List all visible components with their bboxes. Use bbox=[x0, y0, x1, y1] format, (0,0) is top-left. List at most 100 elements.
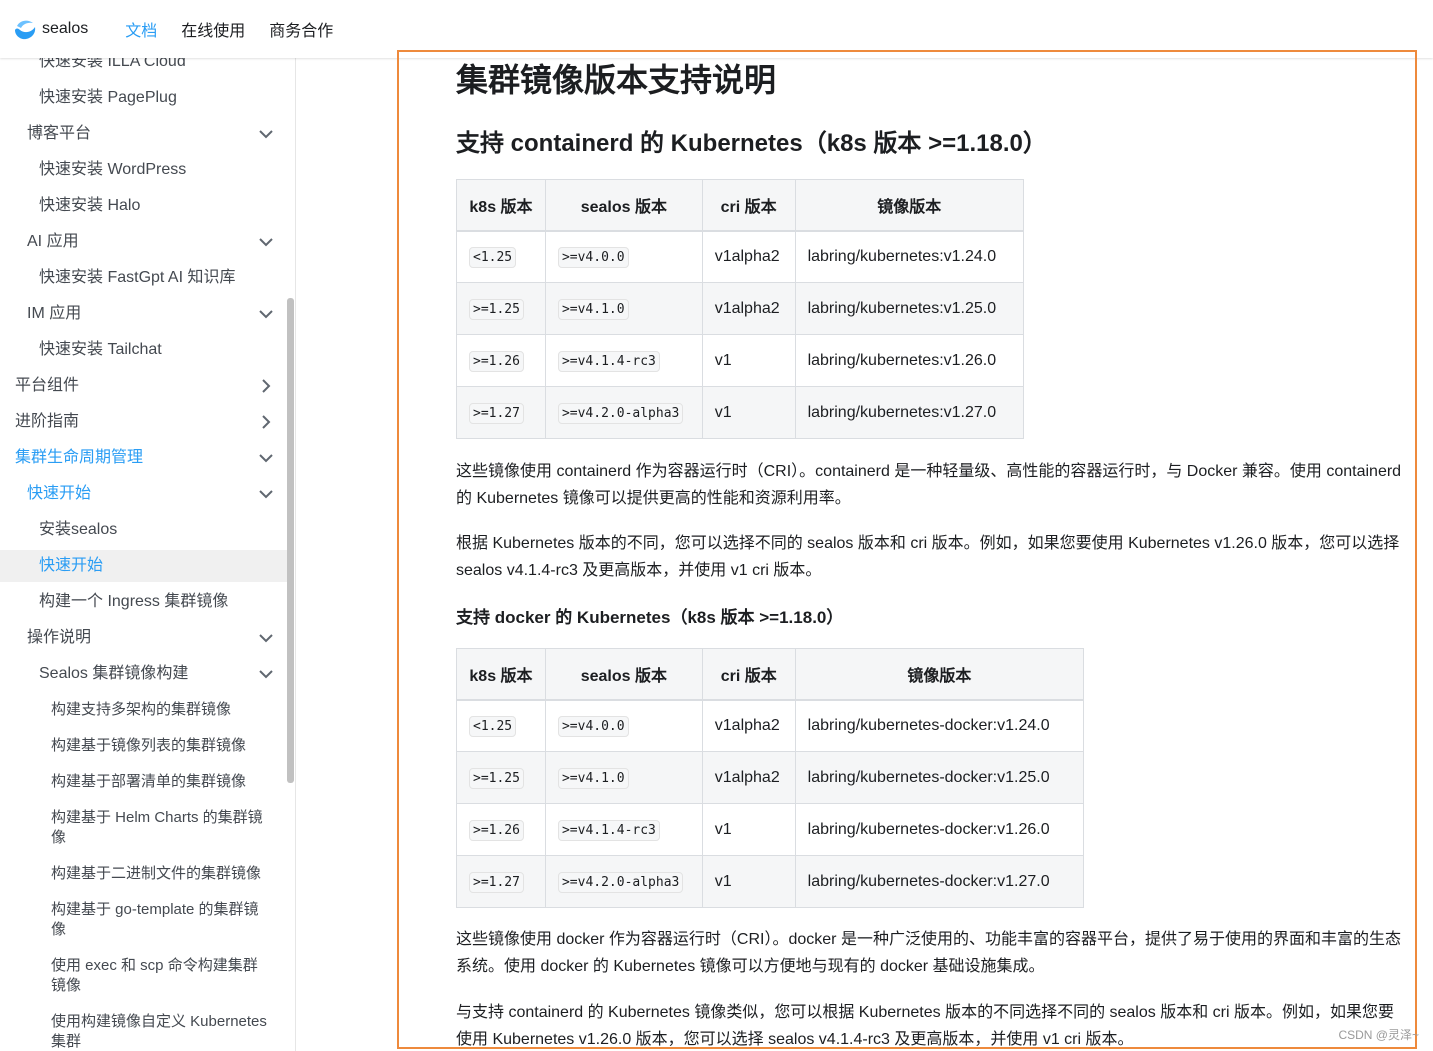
code-inline: >=v4.1.0 bbox=[557, 298, 629, 320]
table-cell: v1alpha2 bbox=[701, 751, 796, 804]
sidebar-item-label: 平台组件 bbox=[15, 377, 80, 394]
docker-version-table: k8s 版本 sealos 版本 cri 版本 镜像版本 <1.25 >=v4.… bbox=[456, 648, 1085, 908]
sidebar-item-go-template[interactable]: 构建基于 go-template 的集群镜像 bbox=[0, 898, 288, 942]
sidebar-item-label: AI 应用 bbox=[27, 233, 79, 250]
table-row: >=1.27 >=v4.2.0-alpha3 v1 labring/kubern… bbox=[456, 386, 1025, 439]
sidebar-item-label: 集群生命周期管理 bbox=[15, 449, 144, 466]
section-title-containerd: 支持 containerd 的 Kubernetes（k8s 版本 >=1.18… bbox=[456, 130, 1047, 157]
code-inline: >=v4.2.0-alpha3 bbox=[557, 402, 684, 424]
chevron-down-icon[interactable] bbox=[256, 232, 276, 252]
sidebar-item-multiarch[interactable]: 构建支持多架构的集群镜像 bbox=[0, 698, 288, 722]
code-inline: >=1.27 bbox=[469, 871, 524, 893]
sidebar-item-ingress[interactable]: 构建一个 Ingress 集群镜像 bbox=[0, 590, 288, 614]
sidebar-item-label: 快速安装 WordPress bbox=[39, 161, 187, 178]
sidebar-item-label: Sealos 集群镜像构建 bbox=[39, 665, 189, 682]
sidebar-item-advanced[interactable]: 进阶指南 bbox=[0, 410, 288, 434]
chevron-right-icon[interactable] bbox=[256, 412, 276, 432]
code-inline: >=1.25 bbox=[469, 298, 524, 320]
sidebar-item-exec-scp[interactable]: 使用 exec 和 scp 命令构建集群镜像 bbox=[0, 954, 288, 998]
table-cell: labring/kubernetes:v1.24.0 bbox=[794, 230, 1025, 283]
table-cell: labring/kubernetes-docker:v1.27.0 bbox=[794, 855, 1085, 908]
sidebar-item-install-sealos[interactable]: 安装sealos bbox=[0, 518, 288, 542]
sidebar-item-label: 安装sealos bbox=[39, 521, 118, 538]
chevron-down-icon[interactable] bbox=[256, 124, 276, 144]
sidebar-item-label: 使用构建镜像自定义 Kubernetes 集群 bbox=[51, 1013, 267, 1050]
table-header: 镜像版本 bbox=[794, 179, 1025, 232]
table-cell: >=v4.2.0-alpha3 bbox=[544, 855, 703, 908]
page-title: 集群镜像版本支持说明 bbox=[456, 62, 777, 98]
sidebar-item-image-list[interactable]: 构建基于镜像列表的集群镜像 bbox=[0, 734, 288, 758]
sidebar-item-platform[interactable]: 平台组件 bbox=[0, 374, 288, 398]
brand-logo[interactable]: sealos bbox=[12, 16, 88, 42]
paragraph-docker-intro: 这些镜像使用 docker 作为容器运行时（CRI）。docker 是一种广泛使… bbox=[456, 931, 1401, 975]
sidebar-item-label: 操作说明 bbox=[27, 629, 92, 646]
sidebar-divider bbox=[295, 58, 296, 1051]
chevron-down-icon[interactable] bbox=[256, 628, 276, 648]
table-row: >=1.25 >=v4.1.0 v1alpha2 labring/kuberne… bbox=[456, 751, 1085, 804]
table-cell: labring/kubernetes-docker:v1.25.0 bbox=[794, 751, 1085, 804]
sidebar-item-binary[interactable]: 构建基于二进制文件的集群镜像 bbox=[0, 862, 288, 886]
sidebar-item-fastgpt[interactable]: 快速安装 FastGpt AI 知识库 bbox=[0, 266, 288, 290]
sidebar-item-tailchat[interactable]: 快速安装 Tailchat bbox=[0, 338, 288, 362]
sidebar-item-image-build[interactable]: Sealos 集群镜像构建 bbox=[0, 662, 288, 686]
sidebar-item-label: 进阶指南 bbox=[15, 413, 80, 430]
sidebar-item-ai-apps[interactable]: AI 应用 bbox=[0, 230, 288, 254]
sidebar-item-quickstart[interactable]: 快速开始 bbox=[0, 550, 288, 582]
sidebar-item-custom-k8s[interactable]: 使用构建镜像自定义 Kubernetes 集群 bbox=[0, 1010, 288, 1051]
chevron-down-icon[interactable] bbox=[256, 484, 276, 504]
sidebar-item-label: 快速开始 bbox=[27, 485, 92, 502]
brand-name: sealos bbox=[42, 20, 89, 37]
sidebar-item-helm[interactable]: 构建基于 Helm Charts 的集群镜像 bbox=[0, 806, 288, 850]
chevron-down-icon[interactable] bbox=[256, 664, 276, 684]
sidebar-item-halo[interactable]: 快速安装 Halo bbox=[0, 194, 288, 218]
sidebar-scrollbar[interactable] bbox=[287, 298, 294, 783]
sidebar-item-blog[interactable]: 博客平台 bbox=[0, 122, 288, 146]
table-header: cri 版本 bbox=[701, 648, 796, 701]
nav-links: 文档 在线使用 商务合作 bbox=[125, 17, 357, 41]
sidebar-item-pageplug[interactable]: 快速安装 PagePlug bbox=[0, 86, 288, 110]
sidebar-item-manifest[interactable]: 构建基于部署清单的集群镜像 bbox=[0, 770, 288, 794]
table-cell: v1 bbox=[701, 803, 796, 856]
table-header: sealos 版本 bbox=[544, 648, 703, 701]
sidebar-item-im-apps[interactable]: IM 应用 bbox=[0, 302, 288, 326]
sidebar-item-label: 构建基于部署清单的集群镜像 bbox=[51, 773, 247, 790]
table-cell: >=v4.1.0 bbox=[544, 751, 703, 804]
sidebar-item-operations[interactable]: 操作说明 bbox=[0, 626, 288, 650]
table-cell: >=1.27 bbox=[456, 386, 546, 439]
table-cell: >=1.27 bbox=[456, 855, 546, 908]
nav-link-online[interactable]: 在线使用 bbox=[181, 17, 245, 41]
table-cell: >=1.26 bbox=[456, 803, 546, 856]
sidebar-item-label: 构建基于 go-template 的集群镜像 bbox=[51, 901, 259, 938]
table-header: 镜像版本 bbox=[794, 648, 1085, 701]
table-row: >=1.27 >=v4.2.0-alpha3 v1 labring/kubern… bbox=[456, 855, 1085, 908]
paragraph-docker-choice: 与支持 containerd 的 Kubernetes 镜像类似，您可以根据 K… bbox=[456, 1004, 1394, 1048]
table-row: >=1.25 >=v4.1.0 v1alpha2 labring/kuberne… bbox=[456, 282, 1025, 335]
table-row: >=1.26 >=v4.1.4-rc3 v1 labring/kubernete… bbox=[456, 803, 1085, 856]
nav-link-business[interactable]: 商务合作 bbox=[269, 17, 333, 41]
sidebar-item-label: 快速安装 Tailchat bbox=[39, 341, 162, 358]
chevron-down-icon[interactable] bbox=[256, 448, 276, 468]
nav-link-docs[interactable]: 文档 bbox=[125, 17, 157, 41]
sealos-logo-icon bbox=[12, 16, 38, 42]
sidebar-item-label: 构建基于二进制文件的集群镜像 bbox=[51, 865, 262, 882]
sidebar-item-lifecycle[interactable]: 集群生命周期管理 bbox=[0, 446, 288, 470]
paragraph-containerd-choice: 根据 Kubernetes 版本的不同，您可以选择不同的 sealos 版本和 … bbox=[456, 535, 1400, 579]
sidebar-item-wordpress[interactable]: 快速安装 WordPress bbox=[0, 158, 288, 182]
paragraph-containerd-intro: 这些镜像使用 containerd 作为容器运行时（CRI）。container… bbox=[456, 463, 1402, 507]
sidebar-item-label: 博客平台 bbox=[27, 125, 92, 142]
containerd-version-table: k8s 版本 sealos 版本 cri 版本 镜像版本 <1.25 >=v4.… bbox=[456, 179, 1025, 439]
table-cell: v1 bbox=[701, 855, 796, 908]
chevron-down-icon[interactable] bbox=[256, 304, 276, 324]
code-inline: >=v4.2.0-alpha3 bbox=[557, 871, 684, 893]
sidebar-item-quickstart-cat[interactable]: 快速开始 bbox=[0, 482, 288, 506]
table-cell: <1.25 bbox=[456, 699, 546, 752]
table-cell: <1.25 bbox=[456, 230, 546, 283]
table-row: <1.25 >=v4.0.0 v1alpha2 labring/kubernet… bbox=[456, 230, 1025, 283]
table-cell: >=v4.0.0 bbox=[544, 230, 703, 283]
sidebar-item-label: 构建基于 Helm Charts 的集群镜像 bbox=[51, 809, 263, 846]
table-header: k8s 版本 bbox=[456, 179, 546, 232]
table-cell: labring/kubernetes:v1.25.0 bbox=[794, 282, 1025, 335]
sidebar-item-label: 构建一个 Ingress 集群镜像 bbox=[39, 593, 229, 610]
chevron-right-icon[interactable] bbox=[256, 376, 276, 396]
top-navbar: sealos 文档 在线使用 商务合作 bbox=[0, 0, 1433, 58]
